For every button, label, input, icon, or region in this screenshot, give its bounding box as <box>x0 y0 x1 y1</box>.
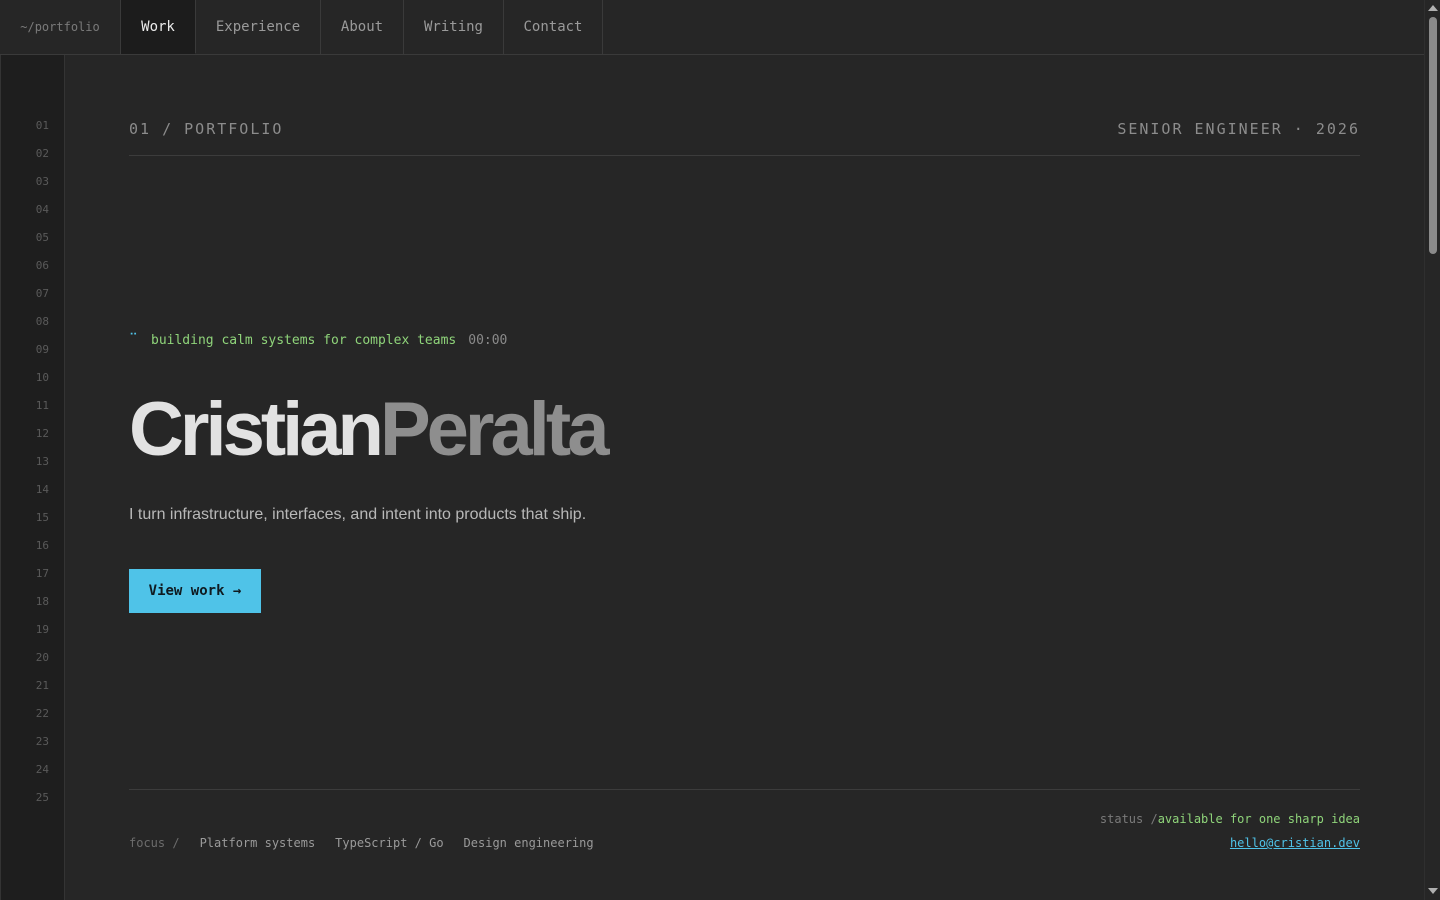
section-label: 01 / PORTFOLIO <box>129 120 284 138</box>
line-number: 05 <box>35 231 49 244</box>
tagline-text: building calm systems for complex teams <box>151 333 457 348</box>
role-label: SENIOR ENGINEER · 2026 <box>1117 120 1360 138</box>
hero-subline: I turn infrastructure, interfaces, and i… <box>129 506 587 523</box>
scroll-thumb[interactable] <box>1429 17 1437 254</box>
line-number: 22 <box>35 707 49 720</box>
first-name: Cristian <box>129 387 384 472</box>
brand-path[interactable]: ~/portfolio <box>0 0 121 54</box>
line-number: 11 <box>35 399 49 412</box>
focus-list: focus / Platform systems TypeScript / Go… <box>129 836 614 850</box>
line-number: 10 <box>35 371 49 384</box>
section-header: 01 / PORTFOLIO SENIOR ENGINEER · 2026 <box>129 118 1360 156</box>
line-number: 16 <box>35 539 49 552</box>
tagline: ⠉ building calm systems for complex team… <box>129 330 508 349</box>
line-number: 15 <box>35 511 49 524</box>
footer-divider <box>129 789 1360 790</box>
top-nav: ~/portfolio Work Experience About Writin… <box>0 0 1424 55</box>
view-work-button[interactable]: View work → <box>129 569 261 613</box>
line-number: 02 <box>35 147 49 160</box>
last-name: Peralta <box>379 387 609 472</box>
line-number: 06 <box>35 259 49 272</box>
line-number: 17 <box>35 567 49 580</box>
line-number: 21 <box>35 679 49 692</box>
status-value: available for one sharp idea <box>1157 812 1360 826</box>
tab-writing[interactable]: Writing <box>404 0 504 54</box>
clock: 00:00 <box>468 333 508 348</box>
tab-experience[interactable]: Experience <box>196 0 321 54</box>
dots-icon: ⠉ <box>129 330 138 345</box>
tab-work[interactable]: Work <box>121 0 196 54</box>
line-number-gutter: 01 02 03 04 05 06 07 08 09 10 11 12 13 14 15 16 17 18 19 20… <box>0 55 65 900</box>
line-number: 19 <box>35 623 49 636</box>
line-number: 13 <box>35 455 49 468</box>
line-number: 14 <box>35 483 49 496</box>
line-number: 04 <box>35 203 49 216</box>
status-label: status / <box>1099 812 1158 826</box>
line-number: 23 <box>35 735 49 748</box>
line-number: 18 <box>35 595 49 608</box>
scrollbar[interactable] <box>1424 0 1440 900</box>
hero-name: CristianPeralta <box>129 387 609 472</box>
email-link[interactable]: hello@cristian.dev <box>1230 836 1360 850</box>
tab-about[interactable]: About <box>321 0 404 54</box>
line-number: 03 <box>35 175 49 188</box>
line-number: 07 <box>35 287 49 300</box>
focus-label: focus / <box>129 836 180 850</box>
line-number: 24 <box>35 763 49 776</box>
scroll-down-arrow-icon[interactable] <box>1428 888 1438 894</box>
line-number: 25 <box>35 791 49 804</box>
tab-contact[interactable]: Contact <box>504 0 603 54</box>
line-number: 12 <box>35 427 49 440</box>
focus-item: Design engineering <box>463 836 594 850</box>
focus-item: Platform systems <box>199 836 316 850</box>
focus-item: TypeScript / Go <box>335 836 444 850</box>
line-number: 01 <box>35 119 49 132</box>
line-number: 20 <box>35 651 49 664</box>
status-line: status /available for one sharp idea <box>1100 812 1360 826</box>
line-number: 09 <box>35 343 49 356</box>
scroll-up-arrow-icon[interactable] <box>1428 5 1438 11</box>
line-number: 08 <box>35 315 49 328</box>
